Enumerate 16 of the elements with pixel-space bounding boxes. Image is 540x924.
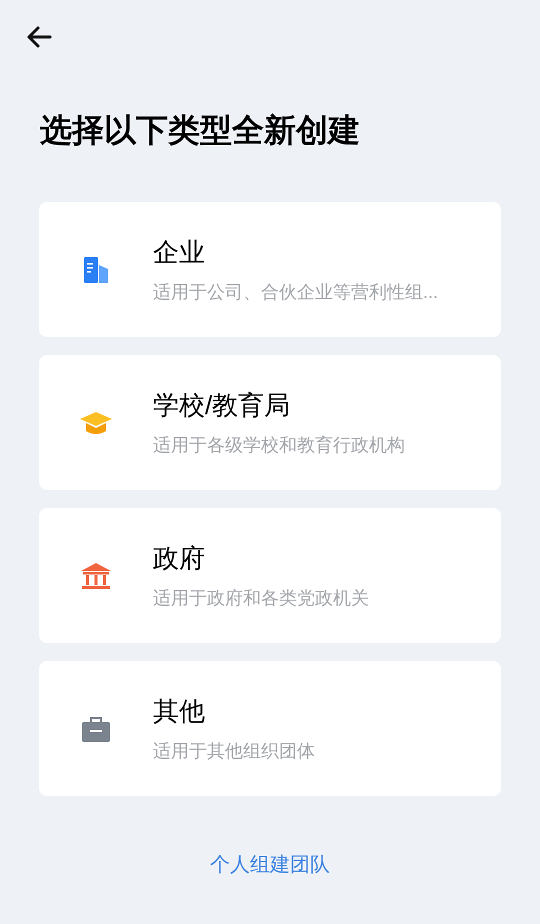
option-title: 企业 xyxy=(153,236,206,268)
page-title: 选择以下类型全新创建 xyxy=(40,111,361,150)
option-card[interactable]: 学校/教育局 适用于各级学校和教育行政机构 xyxy=(39,355,501,490)
briefcase-icon xyxy=(81,714,111,742)
option-card[interactable]: 企业 适用于公司、合伙企业等营利性组... xyxy=(39,202,501,337)
option-card[interactable]: 其他 适用于其他组织团体 xyxy=(39,661,501,796)
building-icon xyxy=(82,256,110,284)
institution-icon xyxy=(80,562,112,590)
option-title: 学校/教育局 xyxy=(153,388,292,420)
option-title: 政府 xyxy=(153,542,206,574)
option-description: 适用于公司、合伙企业等营利性组... xyxy=(153,280,438,304)
option-description: 适用于各级学校和教育行政机构 xyxy=(153,434,405,456)
option-card[interactable]: 政府 适用于政府和各类党政机关 xyxy=(39,508,501,643)
option-title: 其他 xyxy=(153,694,206,726)
option-description: 适用于政府和各类党政机关 xyxy=(153,586,369,610)
option-description: 适用于其他组织团体 xyxy=(153,740,315,762)
